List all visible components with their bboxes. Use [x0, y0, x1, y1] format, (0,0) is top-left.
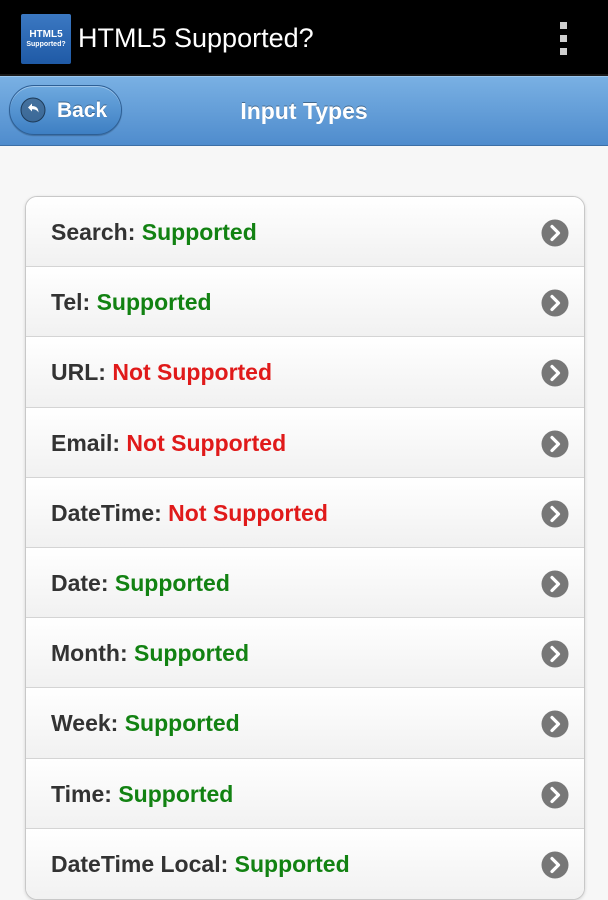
item-name: URL:: [51, 359, 106, 386]
item-text: Date: Supported: [51, 569, 230, 597]
list-item[interactable]: Date: Supported: [26, 547, 584, 619]
item-name: Tel:: [51, 289, 91, 316]
item-name: Date:: [51, 569, 109, 596]
list-item[interactable]: Tel: Supported: [26, 267, 584, 338]
item-status: Supported: [96, 289, 212, 316]
item-name: Search:: [51, 219, 136, 245]
app-logo-line1: HTML5: [29, 29, 63, 41]
item-status: Not Supported: [112, 359, 273, 386]
back-arrow-icon: [20, 97, 46, 123]
item-text: DateTime Local: Supported: [51, 850, 350, 878]
list-item[interactable]: DateTime Local: Supported: [26, 828, 584, 899]
back-button[interactable]: Back: [9, 85, 122, 135]
input-types-list: Search: Supported Tel: Supported URL: Not …: [25, 196, 585, 900]
chevron-right-icon: [541, 781, 569, 808]
item-text: Week: Supported: [51, 709, 240, 737]
app-bar: HTML5 Supported? HTML5 Supported?: [0, 0, 608, 76]
item-text: URL: Not Supported: [51, 358, 272, 386]
chevron-right-icon: [541, 219, 569, 247]
item-text: Month: Supported: [51, 639, 249, 667]
item-text: Time: Supported: [51, 780, 233, 808]
back-button-label: Back: [57, 99, 108, 122]
item-status: Not Supported: [168, 499, 328, 526]
list-item[interactable]: Search: Supported: [26, 197, 584, 268]
item-status: Not Supported: [126, 429, 287, 456]
item-name: Month:: [51, 640, 128, 667]
chevron-right-icon: [541, 359, 569, 387]
list-item[interactable]: Email: Not Supported: [26, 407, 584, 478]
app-title: HTML5 Supported?: [78, 23, 314, 53]
chevron-right-icon: [541, 500, 569, 528]
content-area: Search: Supported Tel: Supported URL: Not …: [0, 146, 608, 900]
list-item[interactable]: URL: Not Supported: [26, 337, 584, 408]
app-logo-icon: HTML5 Supported?: [21, 14, 71, 64]
item-name: Email:: [51, 429, 121, 456]
item-status: Supported: [118, 780, 234, 807]
item-name: Week:: [51, 710, 119, 737]
item-status: Supported: [114, 569, 230, 596]
item-name: DateTime Local:: [51, 850, 229, 877]
chevron-right-icon: [541, 851, 569, 879]
item-status: Supported: [141, 219, 257, 245]
list-item[interactable]: Time: Supported: [26, 758, 584, 829]
page-header: Back Input Types: [0, 76, 608, 146]
app-logo-line2: Supported?: [26, 40, 66, 48]
chevron-right-icon: [541, 640, 569, 668]
overflow-menu-icon[interactable]: [552, 20, 576, 58]
list-item[interactable]: DateTime: Not Supported: [26, 477, 584, 548]
list-item[interactable]: Month: Supported: [26, 618, 584, 689]
chevron-right-icon: [541, 570, 569, 598]
chevron-right-icon: [541, 430, 569, 458]
chevron-right-icon: [541, 289, 569, 317]
item-text: Search: Supported: [51, 218, 257, 246]
item-name: Time:: [51, 780, 112, 807]
item-status: Supported: [134, 640, 250, 667]
item-status: Supported: [124, 710, 240, 737]
list-item[interactable]: Week: Supported: [26, 688, 584, 759]
item-status: Supported: [234, 850, 350, 877]
chevron-right-icon: [541, 710, 569, 738]
item-text: Tel: Supported: [51, 288, 212, 316]
item-text: Email: Not Supported: [51, 429, 286, 457]
page-title: Input Types: [240, 98, 368, 124]
item-name: DateTime:: [51, 499, 162, 526]
item-text: DateTime: Not Supported: [51, 499, 328, 527]
